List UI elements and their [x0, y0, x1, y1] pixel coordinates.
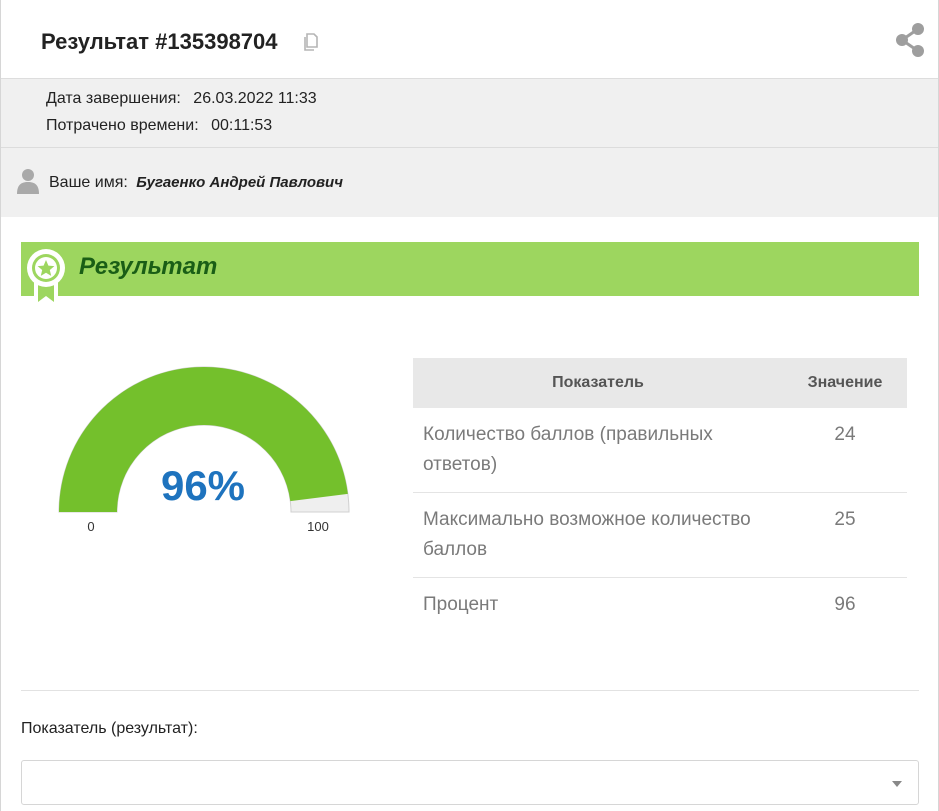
user-name-label: Ваше имя: [49, 174, 128, 191]
gauge-max-label: 100 [307, 519, 329, 534]
share-icon[interactable] [894, 22, 926, 58]
chevron-down-icon [892, 781, 902, 787]
row-name: Количество баллов (правильных ответов) [413, 408, 783, 493]
time-spent-value: 00:11:53 [211, 117, 273, 134]
user-name-row: Ваше имя: Бугаенко Андрей Павлович [49, 174, 343, 192]
user-name-value: Бугаенко Андрей Павлович [136, 174, 343, 191]
row-name: Процент [423, 594, 499, 615]
copy-icon[interactable] [303, 33, 321, 51]
column-header-indicator: Показатель [413, 358, 783, 408]
row-value: 96 [834, 594, 856, 615]
table-row: Максимально возможное количество баллов … [413, 492, 907, 578]
user-info: Ваше имя: Бугаенко Андрей Павлович [1, 148, 938, 217]
completion-date-row: Дата завершения: 26.03.2022 11:33 [46, 90, 317, 108]
section-divider [21, 690, 919, 691]
row-name: Максимально возможное количество баллов [413, 492, 783, 578]
time-spent-row: Потрачено времени: 00:11:53 [46, 117, 272, 135]
user-icon [17, 169, 39, 194]
indicator-select[interactable] [21, 760, 919, 805]
time-spent-label: Потрачено времени: [46, 117, 199, 134]
result-meta: Дата завершения: 26.03.2022 11:33 Потрач… [1, 79, 938, 148]
stats-table: Показатель Значение Количество баллов (п… [413, 358, 907, 632]
row-value: 25 [783, 492, 907, 578]
completion-date-label: Дата завершения: [46, 90, 181, 107]
result-header: Результат #135398704 [1, 0, 938, 79]
table-row: Количество баллов (правильных ответов) 2… [413, 408, 907, 493]
result-title: Результат #135398704 [41, 29, 278, 54]
gauge-min-label: 0 [87, 519, 95, 534]
indicator-select-label: Показатель (результат): [21, 720, 198, 737]
row-value: 24 [783, 408, 907, 493]
award-badge-icon [27, 249, 65, 308]
gauge-percent: 96% [160, 462, 246, 509]
table-row: Процент 96 [413, 578, 907, 633]
result-section-title: Результат [79, 253, 218, 280]
stats-header-row: Показатель Значение [413, 358, 907, 408]
completion-date-value: 26.03.2022 11:33 [193, 90, 317, 107]
column-header-value: Значение [783, 358, 907, 408]
